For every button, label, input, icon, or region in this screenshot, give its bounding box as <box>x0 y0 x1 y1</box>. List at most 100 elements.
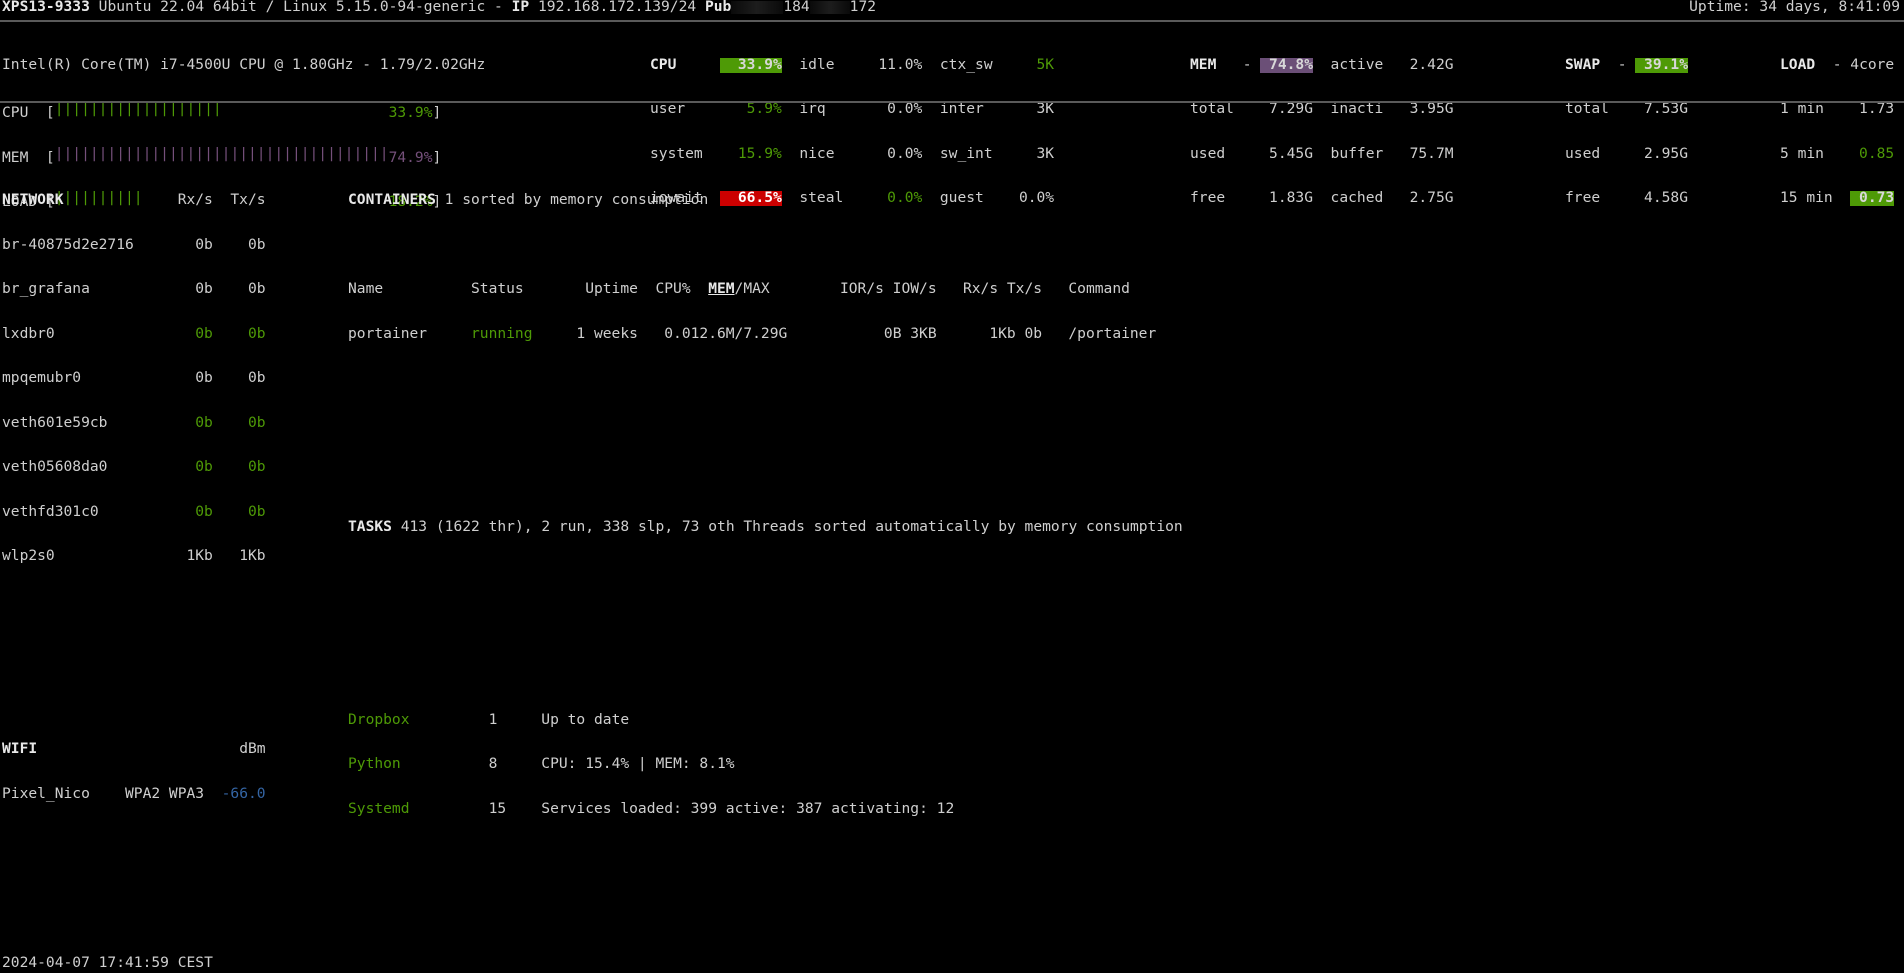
cpu-title: CPU <box>650 58 720 73</box>
network-col-tx: Tx/s <box>213 193 266 208</box>
containers-col-cpu: CPU% <box>638 282 691 297</box>
network-row: mpqemubr00b0b <box>2 371 342 386</box>
container-uptime: 1 weeks <box>559 327 638 342</box>
amp-row: Python8CPU: 15.4% | MEM: 8.1% <box>348 757 1877 772</box>
amp-info: Up to date <box>541 711 629 728</box>
wifi-ssid: Pixel_Nico <box>2 787 125 802</box>
amp-name: Systemd <box>348 802 489 817</box>
load-cores: 4core <box>1850 58 1894 73</box>
network-iface-name: br-40875d2e2716 <box>2 238 160 253</box>
network-row: br_grafana0b0b <box>2 282 342 297</box>
network-iface-rx: 0b <box>160 282 213 297</box>
amp-count: 15 <box>489 802 542 817</box>
container-cpu: 0.0 <box>638 327 691 342</box>
network-iface-name: vethfd301c0 <box>2 505 160 520</box>
process-list-panel[interactable]: CPU%MEM%VIRTRESPIDUSERTIME+THRNISR/sW/sC… <box>348 965 1877 973</box>
tasks-panel[interactable]: TASKS 413 (1622 thr), 2 run, 338 slp, 73… <box>348 490 1877 564</box>
containers-col-name: Name <box>348 282 471 297</box>
tasks-summary: 413 (1622 thr), 2 run, 338 slp, 73 oth T… <box>401 518 1183 535</box>
network-iface-tx: 0b <box>213 327 266 342</box>
network-iface-name: veth601e59cb <box>2 416 160 431</box>
network-iface-name: lxdbr0 <box>2 327 160 342</box>
containers-col-status: Status <box>471 282 559 297</box>
containers-col-io: IOR/s IOW/s <box>822 282 936 297</box>
mem-total-percent: 74.8% <box>1260 58 1313 73</box>
containers-title: CONTAINERS <box>348 191 436 208</box>
container-name: portainer <box>348 327 471 342</box>
amp-row: Dropbox1Up to date <box>348 713 1877 728</box>
quicklook-divider <box>0 101 1904 103</box>
network-row: br-40875d2e27160b0b <box>2 238 342 253</box>
tasks-title: TASKS <box>348 518 392 535</box>
mem-active-label: active <box>1331 58 1401 73</box>
wifi-panel[interactable]: WIFIdBm Pixel_NicoWPA2 WPA3-66.0 <box>2 713 342 832</box>
network-iface-rx: 0b <box>160 416 213 431</box>
amp-name: Dropbox <box>348 713 489 728</box>
amp-row: Systemd15Services loaded: 399 active: 38… <box>348 802 1877 817</box>
amp-info: Services loaded: 399 active: 387 activat… <box>541 800 954 817</box>
wifi-title: WIFI <box>2 742 213 757</box>
load-title: LOAD <box>1780 58 1833 73</box>
left-sidebar: NETWORKRx/sTx/s br-40875d2e27160b0b br_g… <box>2 104 342 973</box>
network-row: lxdbr00b0b <box>2 327 342 342</box>
system-header: XPS13-9333 Ubuntu 22.04 64bit / Linux 5.… <box>0 0 1904 19</box>
network-iface-name: veth05608da0 <box>2 460 160 475</box>
network-iface-rx: 0b <box>160 327 213 342</box>
os-label: Ubuntu 22.04 64bit / Linux 5.15.0-94-gen… <box>99 0 486 15</box>
uptime-label: Uptime: 34 days, 8:41:09 <box>1689 0 1900 15</box>
amps-panel[interactable]: Dropbox1Up to date Python8CPU: 15.4% | M… <box>348 683 1877 846</box>
network-iface-tx: 0b <box>213 371 266 386</box>
containers-col-uptime: Uptime <box>559 282 638 297</box>
wifi-signal: -66.0 <box>213 787 266 802</box>
header-divider <box>0 20 1904 22</box>
ip-label: IP <box>512 0 530 15</box>
container-command: /portainer <box>1068 325 1156 342</box>
network-iface-tx: 0b <box>213 282 266 297</box>
public-ip-label: Pub <box>705 0 731 15</box>
network-iface-name: mpqemubr0 <box>2 371 160 386</box>
network-iface-rx: 0b <box>160 371 213 386</box>
containers-panel[interactable]: CONTAINERS 1 sorted by memory consumptio… <box>348 163 1877 371</box>
container-status: running <box>471 327 559 342</box>
mem-title: MEM <box>1190 58 1243 73</box>
amp-info: CPU: 15.4% | MEM: 8.1% <box>541 755 734 772</box>
wifi-unit-label: dBm <box>213 742 266 757</box>
swap-percent: 39.1% <box>1635 58 1688 73</box>
swap-title: SWAP <box>1565 58 1618 73</box>
current-timestamp: 2024-04-07 17:41:59 CEST <box>2 956 213 971</box>
container-io: 0B 3KB <box>822 327 936 342</box>
containers-col-net: Rx/s Tx/s <box>937 282 1042 297</box>
cpu-idle-label: idle <box>799 58 869 73</box>
container-mem: 12.6M/7.29G <box>691 327 823 342</box>
network-iface-tx: 0b <box>213 505 266 520</box>
public-ip-part1: 184 <box>783 0 809 15</box>
network-iface-rx: 1Kb <box>160 549 213 564</box>
network-iface-name: wlp2s0 <box>2 549 160 564</box>
containers-header-row: NameStatusUptimeCPU%MEM/MAXIOR/s IOW/sRx… <box>348 282 1877 297</box>
amp-count: 8 <box>489 757 542 772</box>
amp-count: 1 <box>489 713 542 728</box>
network-iface-rx: 0b <box>160 460 213 475</box>
containers-col-command: Command <box>1068 280 1130 297</box>
network-iface-tx: 0b <box>213 238 266 253</box>
public-ip-part2: 172 <box>850 0 876 15</box>
amp-name: Python <box>348 757 489 772</box>
cpu-ctxsw-label: ctx_sw <box>940 58 1010 73</box>
network-iface-rx: 0b <box>160 505 213 520</box>
network-iface-rx: 0b <box>160 238 213 253</box>
network-row: veth601e59cb0b0b <box>2 416 342 431</box>
wifi-security: WPA2 WPA3 <box>125 787 213 802</box>
network-col-rx: Rx/s <box>160 193 213 208</box>
network-panel[interactable]: NETWORKRx/sTx/s br-40875d2e27160b0b br_g… <box>2 163 342 593</box>
network-iface-name: br_grafana <box>2 282 160 297</box>
network-iface-tx: 0b <box>213 460 266 475</box>
containers-subtitle: 1 sorted by memory consumption <box>445 191 709 208</box>
network-iface-tx: 0b <box>213 416 266 431</box>
containers-col-max: /MAX <box>735 282 823 297</box>
containers-col-mem: MEM <box>691 282 735 297</box>
cpu-idle-value: 11.0% <box>870 58 923 73</box>
cpu-total-value: 33.9% <box>720 58 782 73</box>
network-row: wlp2s01Kb1Kb <box>2 549 342 564</box>
cpu-model-label: Intel(R) Core(TM) i7-4500U CPU @ 1.80GHz… <box>2 58 485 73</box>
mem-active-value: 2.42G <box>1401 58 1454 73</box>
